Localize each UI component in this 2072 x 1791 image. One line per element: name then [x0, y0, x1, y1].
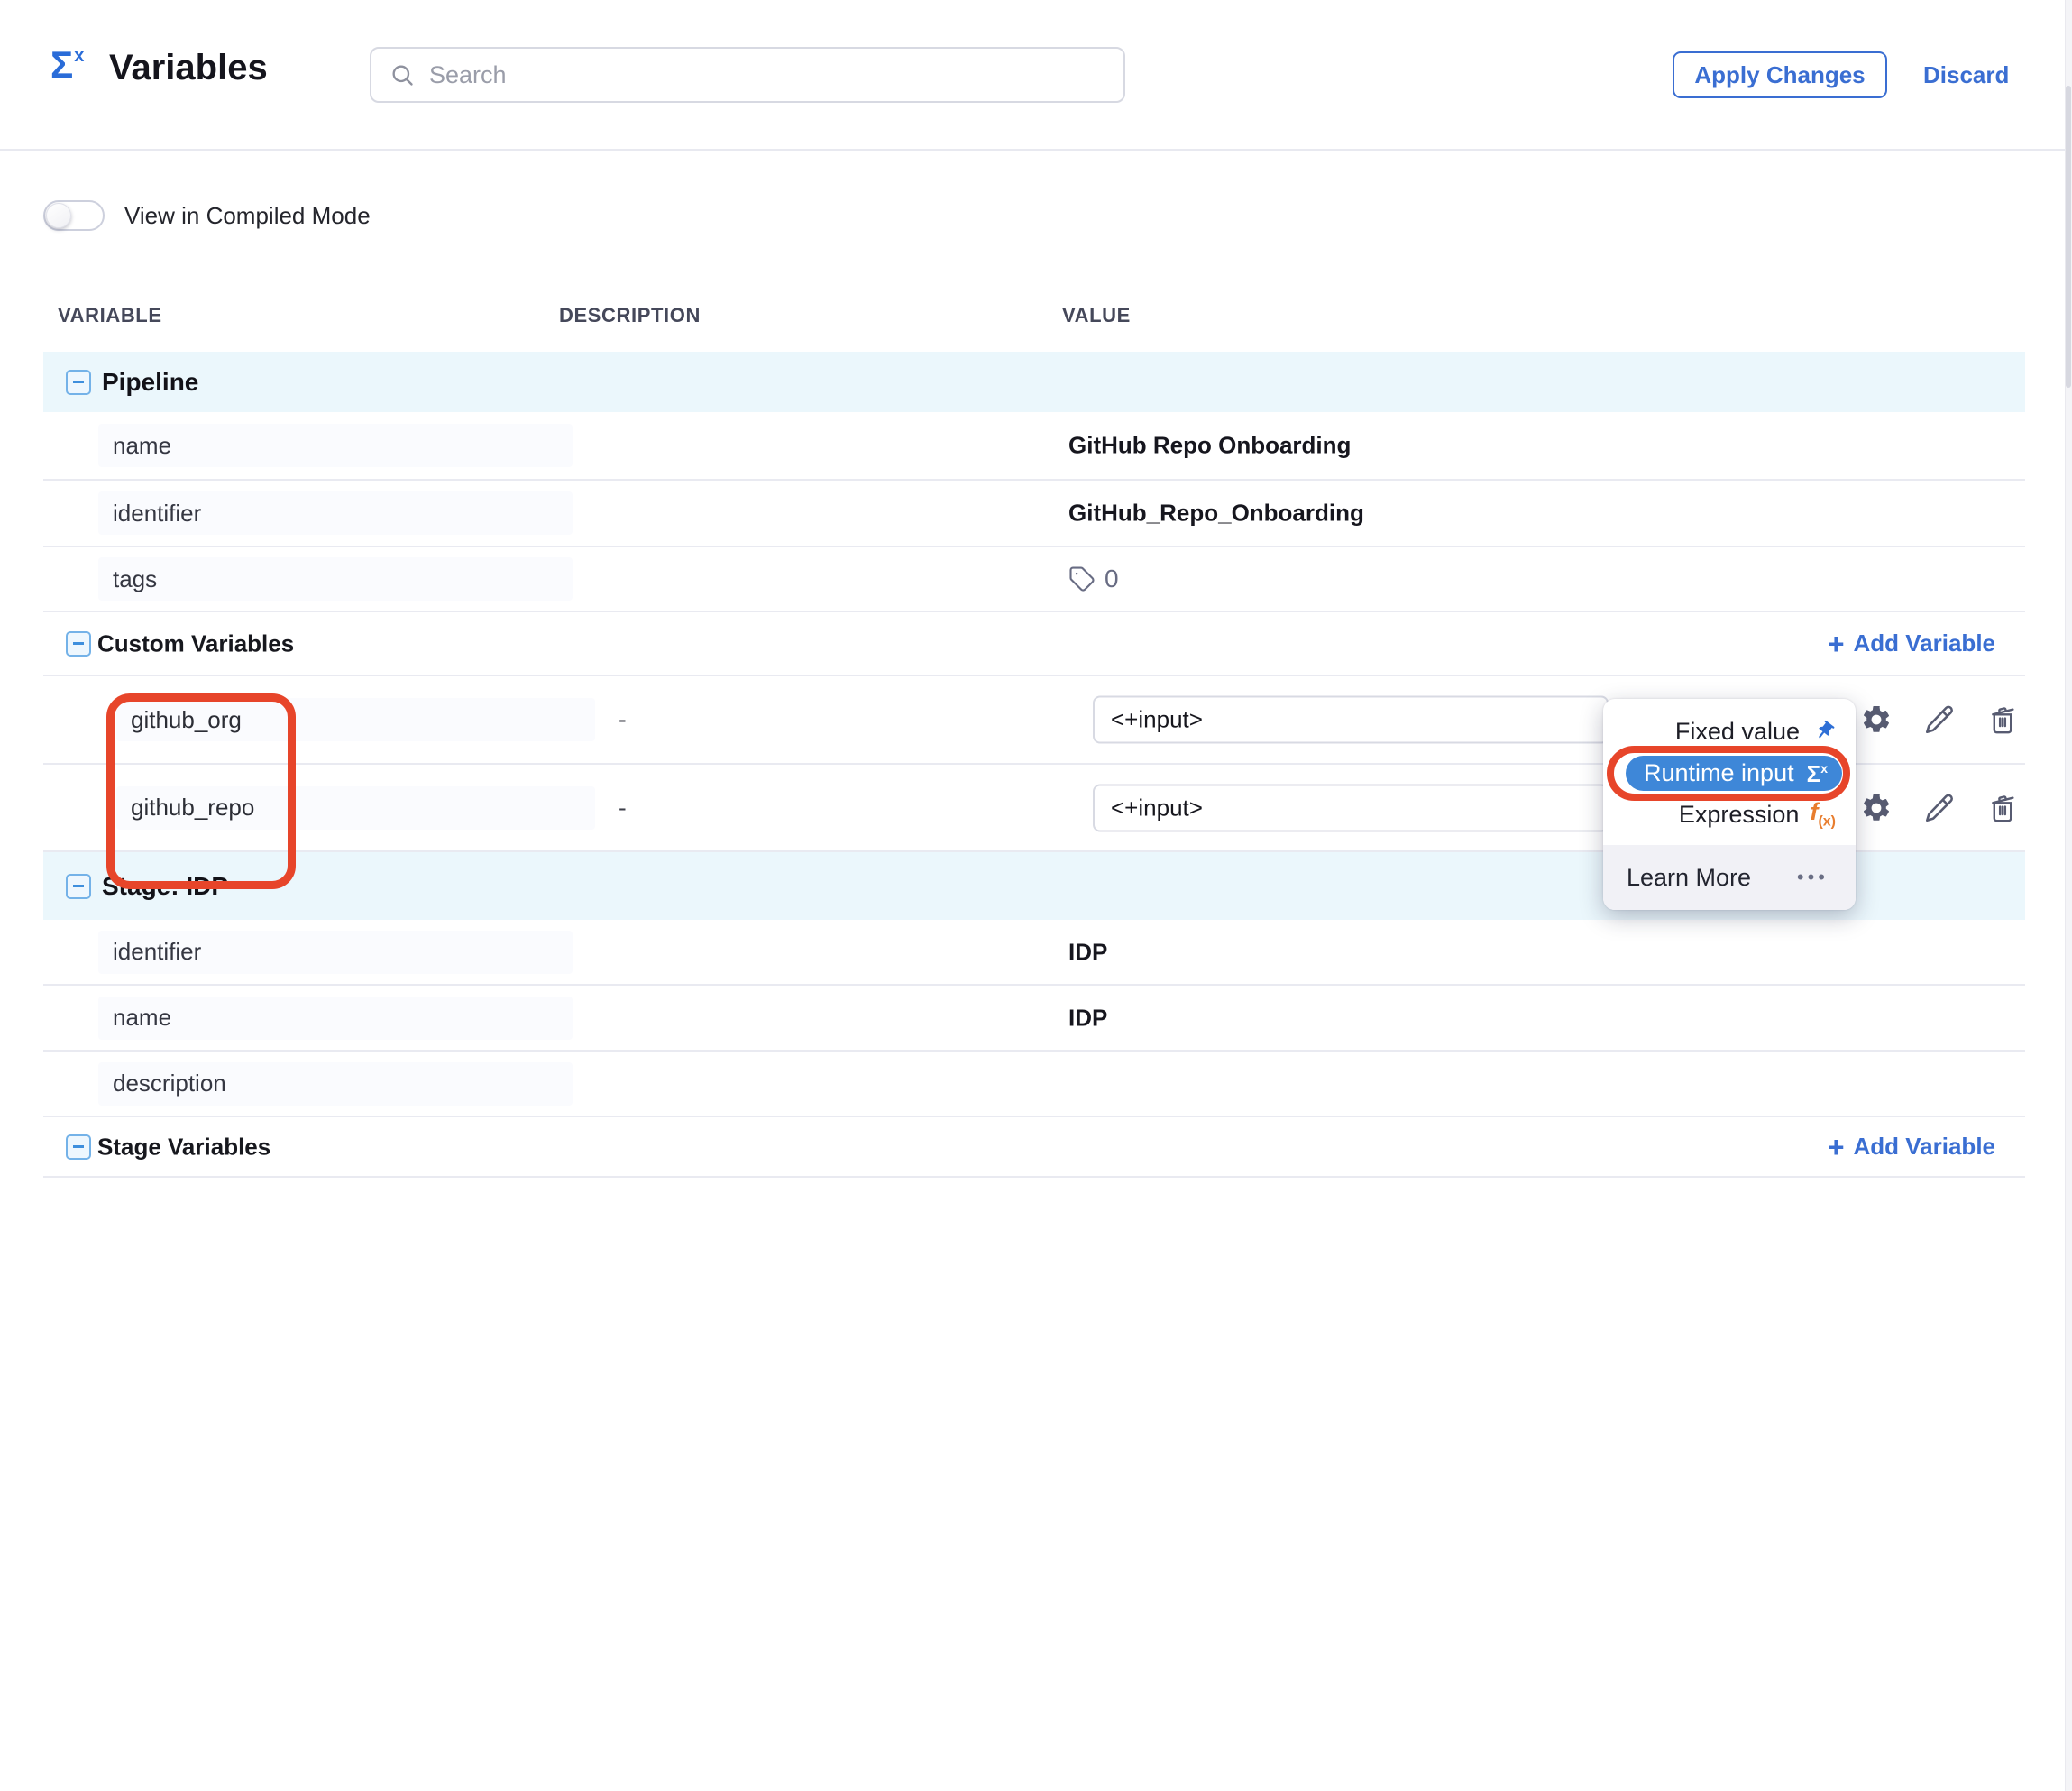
collapse-minus-icon[interactable] [66, 874, 91, 899]
compiled-mode-label: View in Compiled Mode [124, 202, 371, 230]
search-input[interactable] [429, 61, 1105, 89]
plus-icon: + [1828, 629, 1845, 658]
learn-more-link[interactable]: Learn More [1627, 864, 1751, 892]
variable-description: - [619, 706, 627, 734]
collapse-minus-icon[interactable] [66, 370, 91, 395]
variable-description: - [619, 794, 627, 822]
collapse-minus-icon[interactable] [66, 1134, 91, 1160]
variable-label: tags [98, 557, 573, 601]
variable-label: description [98, 1062, 573, 1106]
tags-value[interactable]: 0 [1068, 565, 1119, 593]
variable-label: identifier [98, 491, 573, 535]
toggle-knob [46, 203, 71, 228]
edit-pencil-icon[interactable] [1922, 791, 1957, 825]
collapse-minus-icon[interactable] [66, 631, 91, 657]
variable-label: name [98, 997, 573, 1040]
delete-trash-icon[interactable] [1985, 791, 2020, 825]
scrollbar-track [2065, 0, 2072, 1791]
column-header-variable: VARIABLE [58, 304, 162, 327]
menu-item-runtime-input[interactable]: Runtime input Σx [1626, 756, 1842, 791]
variable-value: GitHub Repo Onboarding [1068, 432, 1351, 460]
search-box[interactable] [370, 47, 1125, 103]
ellipsis-icon[interactable]: ••• [1797, 866, 1829, 889]
value-input[interactable] [1093, 696, 1609, 744]
search-icon [390, 62, 415, 87]
section-row-pipeline: Pipeline [43, 352, 2025, 412]
fx-expression-icon: f(x) [1810, 800, 1836, 829]
variable-label: github_repo [116, 786, 595, 830]
menu-footer: Learn More ••• [1603, 845, 1856, 910]
variable-value: IDP [1068, 938, 1107, 966]
variable-value: IDP [1068, 1004, 1107, 1032]
delete-trash-icon[interactable] [1985, 703, 2020, 737]
table-row-pipeline-name: name GitHub Repo Onboarding [43, 412, 2025, 481]
column-header-description: DESCRIPTION [559, 304, 701, 327]
menu-item-fixed-value[interactable]: Fixed value [1675, 713, 1836, 749]
sigma-variables-icon: Σx [50, 46, 84, 84]
table-row-stage-description: description [43, 1052, 2025, 1117]
discard-button[interactable]: Discard [1923, 61, 2009, 89]
page-title: Variables [109, 48, 268, 88]
add-variable-button[interactable]: + Add Variable [1828, 1133, 1995, 1162]
scrollbar-thumb[interactable] [2066, 86, 2071, 388]
plus-icon: + [1828, 1133, 1845, 1162]
settings-gear-icon[interactable] [1859, 791, 1893, 825]
apply-changes-button[interactable]: Apply Changes [1673, 51, 1887, 98]
variable-value: GitHub_Repo_Onboarding [1068, 500, 1364, 528]
table-row-stage-identifier: identifier IDP [43, 920, 2025, 986]
tag-count: 0 [1105, 565, 1119, 593]
variable-label: github_org [116, 698, 595, 741]
tag-icon [1068, 565, 1096, 592]
subsection-title: Custom Variables [97, 629, 294, 657]
table-row-stage-name: name IDP [43, 986, 2025, 1052]
menu-item-expression[interactable]: Expression f(x) [1679, 796, 1836, 832]
variable-label: name [98, 424, 573, 467]
compiled-mode-toggle[interactable] [43, 200, 105, 231]
row-actions [1859, 791, 2020, 825]
value-type-menu: Fixed value Runtime input Σx Expression … [1603, 699, 1856, 910]
sigma-runtime-icon: Σx [1807, 762, 1828, 785]
value-input[interactable] [1093, 784, 1609, 831]
pin-icon [1808, 715, 1840, 748]
row-actions [1859, 703, 2020, 737]
settings-gear-icon[interactable] [1859, 703, 1893, 737]
compiled-mode-toggle-row: View in Compiled Mode [43, 200, 371, 231]
edit-pencil-icon[interactable] [1922, 703, 1957, 737]
table-row-pipeline-identifier: identifier GitHub_Repo_Onboarding [43, 481, 2025, 547]
section-row-stage-variables: Stage Variables + Add Variable [43, 1117, 2025, 1178]
section-row-custom-variables: Custom Variables + Add Variable [43, 612, 2025, 676]
section-title: Pipeline [102, 368, 198, 397]
add-variable-button[interactable]: + Add Variable [1828, 629, 1995, 658]
column-header-value: VALUE [1062, 304, 1131, 327]
header: Σx Variables Apply Changes Discard [0, 0, 2072, 151]
subsection-title: Stage Variables [97, 1133, 270, 1161]
variable-label: identifier [98, 931, 573, 974]
table-row-pipeline-tags: tags 0 [43, 547, 2025, 612]
section-title: Stage: IDP [102, 872, 228, 901]
